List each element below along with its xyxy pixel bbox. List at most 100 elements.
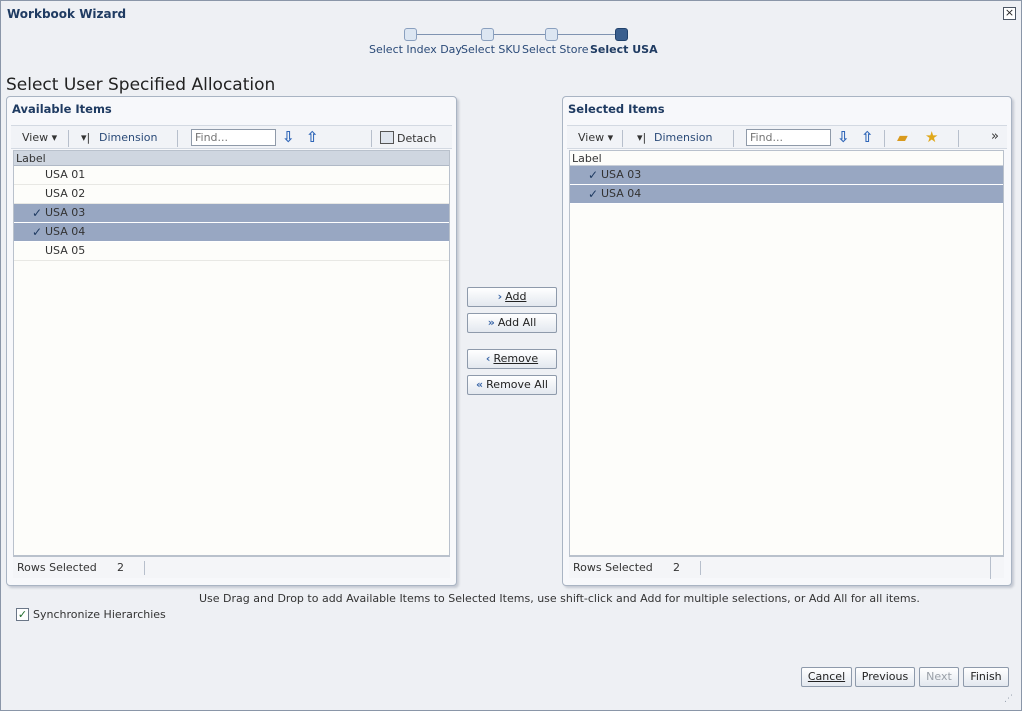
page-title: Select User Specified Allocation: [6, 75, 276, 95]
synchronize-hierarchies-label[interactable]: Synchronize Hierarchies: [33, 608, 166, 621]
toolbar-overflow-icon[interactable]: »: [991, 129, 999, 144]
next-button-label: Next: [926, 670, 952, 683]
double-chevron-left-icon: «: [476, 378, 484, 391]
view-menu[interactable]: View ▾: [22, 131, 57, 144]
folder-open-icon[interactable]: ▰: [897, 130, 908, 146]
dimension-dropdown-icon[interactable]: ▾|: [637, 131, 646, 144]
toolbar-separator: [958, 130, 959, 147]
remove-all-button[interactable]: «Remove All: [467, 375, 557, 395]
chevron-left-icon: ‹: [485, 352, 491, 365]
list-item[interactable]: ✓ USA 04: [14, 223, 449, 242]
train-connector: [410, 34, 622, 35]
status-separator: [700, 561, 701, 575]
list-item[interactable]: ✓ USA 04: [570, 185, 1003, 204]
available-rows: USA 01 USA 02 ✓ USA 03 ✓ USA 04 USA 05: [14, 166, 449, 261]
train-step-4-label: Select USA: [590, 43, 658, 56]
check-icon: ✓: [588, 168, 599, 182]
list-item-label: USA 04: [45, 225, 86, 238]
available-items-title: Available Items: [12, 102, 112, 116]
list-item-label: USA 04: [601, 187, 642, 200]
toolbar-separator: [177, 130, 178, 147]
cancel-button-label: Cancel: [807, 670, 846, 683]
dimension-dropdown-icon[interactable]: ▾|: [81, 131, 90, 144]
find-next-arrow-down-icon[interactable]: ⇩: [282, 128, 295, 146]
available-items-table: Label USA 01 USA 02 ✓ USA 03 ✓ USA 04 USA 05: [13, 150, 450, 556]
toolbar-separator: [884, 130, 885, 147]
list-item[interactable]: USA 02: [14, 185, 449, 204]
status-separator: [990, 557, 991, 579]
list-item-label: USA 02: [45, 187, 86, 200]
train-step-3-label[interactable]: Select Store: [522, 43, 589, 56]
detach-icon: [380, 131, 394, 144]
list-item-label: USA 05: [45, 244, 86, 257]
remove-button[interactable]: ‹ Remove: [467, 349, 557, 369]
list-item-label: USA 01: [45, 168, 86, 181]
double-chevron-right-icon: »: [487, 316, 495, 329]
train-step-2-marker[interactable]: [481, 28, 494, 41]
dimension-link[interactable]: Dimension: [654, 131, 712, 144]
selected-items-title: Selected Items: [568, 102, 665, 116]
add-button[interactable]: › Add: [467, 287, 557, 307]
train-step-1-marker[interactable]: [404, 28, 417, 41]
synchronize-hierarchies-checkbox[interactable]: ✓: [16, 608, 29, 621]
chevron-right-icon: ›: [497, 290, 503, 303]
train-step-2-label[interactable]: Select SKU: [461, 43, 520, 56]
list-item[interactable]: USA 05: [14, 242, 449, 261]
resize-grip-icon[interactable]: ⋰: [1004, 694, 1013, 704]
list-item[interactable]: ✓ USA 03: [570, 166, 1003, 185]
toolbar-separator: [622, 130, 623, 147]
close-icon[interactable]: ×: [1003, 7, 1016, 20]
list-item[interactable]: USA 01: [14, 166, 449, 185]
selected-column-header-label[interactable]: Label: [570, 151, 1003, 166]
toolbar-separator: [371, 130, 372, 147]
check-icon: ✓: [32, 206, 43, 220]
available-column-header-label[interactable]: Label: [14, 151, 449, 166]
finish-button-label: Finish: [970, 670, 1002, 683]
rows-selected-label: Rows Selected: [573, 561, 653, 574]
selected-items-table: Label ✓ USA 03 ✓ USA 04: [569, 150, 1004, 556]
selected-find-input[interactable]: [746, 129, 831, 146]
train-step-3-marker[interactable]: [545, 28, 558, 41]
available-find-input[interactable]: [191, 129, 276, 146]
find-next-arrow-down-icon[interactable]: ⇩: [837, 128, 850, 146]
remove-button-label: Remove: [493, 352, 539, 365]
train-step-1-label[interactable]: Select Index Day: [369, 43, 462, 56]
dialog-title: Workbook Wizard: [7, 7, 127, 21]
find-previous-arrow-up-icon[interactable]: ⇧: [861, 128, 874, 146]
add-all-button[interactable]: » Add All: [467, 313, 557, 333]
remove-all-button-label: Remove All: [486, 378, 548, 391]
instructions-text: Use Drag and Drop to add Available Items…: [199, 592, 920, 605]
previous-button[interactable]: Previous: [855, 667, 915, 687]
dimension-link[interactable]: Dimension: [99, 131, 157, 144]
list-item-label: USA 03: [45, 206, 86, 219]
rows-selected-count: 2: [673, 561, 680, 574]
selected-toolbar: View ▾ ▾| Dimension ⇩ ⇧ ▰ ★ »: [567, 125, 1007, 149]
status-separator: [144, 561, 145, 575]
find-previous-arrow-up-icon[interactable]: ⇧: [306, 128, 319, 146]
list-item[interactable]: ✓ USA 03: [14, 204, 449, 223]
add-button-label: Add: [505, 290, 527, 303]
add-all-button-label: Add All: [497, 316, 537, 329]
selected-status-bar: Rows Selected 2: [569, 556, 1004, 579]
toolbar-separator: [68, 130, 69, 147]
detach-button[interactable]: Detach: [380, 131, 436, 145]
rows-selected-label: Rows Selected: [17, 561, 97, 574]
selected-rows: ✓ USA 03 ✓ USA 04: [570, 166, 1003, 204]
check-icon: ✓: [588, 187, 599, 201]
cancel-button[interactable]: Cancel: [801, 667, 852, 687]
selected-items-panel: Selected Items View ▾ ▾| Dimension ⇩ ⇧ ▰…: [562, 96, 1012, 586]
next-button: Next: [919, 667, 959, 687]
finish-button[interactable]: Finish: [963, 667, 1009, 687]
train-step-4-marker: [615, 28, 628, 41]
star-add-icon[interactable]: ★: [925, 128, 938, 146]
chevron-down-icon: ▾: [607, 131, 614, 144]
check-icon: ✓: [32, 225, 43, 239]
view-menu-label: View: [22, 131, 49, 144]
workbook-wizard-dialog: Workbook Wizard × Select Index Day Selec…: [0, 0, 1022, 711]
list-item-label: USA 03: [601, 168, 642, 181]
available-items-panel: Available Items View ▾ ▾| Dimension ⇩ ⇧ …: [6, 96, 457, 586]
available-status-bar: Rows Selected 2: [13, 556, 450, 578]
rows-selected-count: 2: [117, 561, 124, 574]
view-menu[interactable]: View ▾: [578, 131, 613, 144]
toolbar-separator: [733, 130, 734, 147]
